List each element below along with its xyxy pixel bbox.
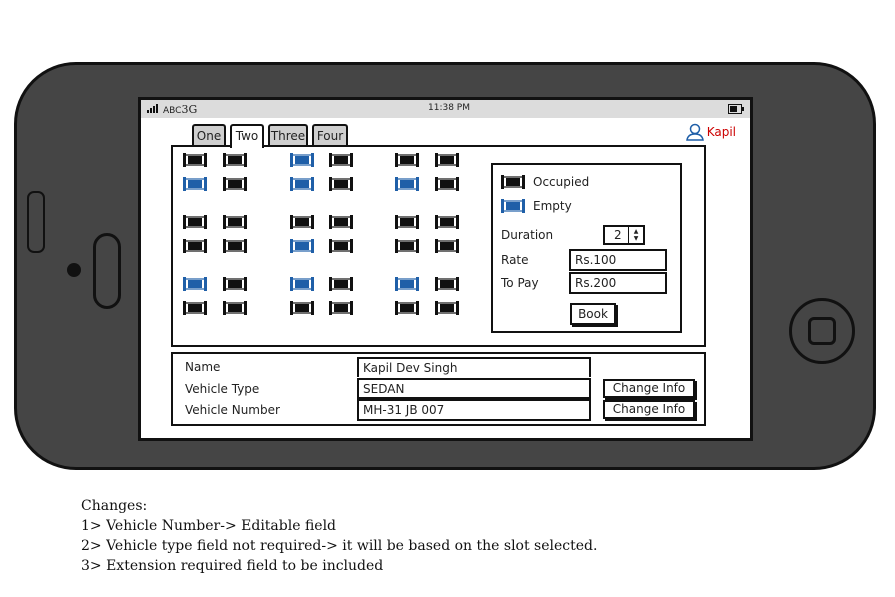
occupied-slot-icon[interactable] [395,153,419,167]
tab-four[interactable]: Four [312,124,348,145]
occupied-slot-icon[interactable] [223,301,247,315]
book-button[interactable]: Book [570,303,616,325]
occupied-slot-icon[interactable] [223,177,247,191]
occupied-slot-icon[interactable] [329,215,353,229]
occupied-slot-icon[interactable] [290,215,314,229]
to-pay-field: Rs.200 [569,272,667,294]
camera-dot [67,263,81,277]
occupied-slot-icon[interactable] [435,301,459,315]
occupied-slot-icon[interactable] [223,215,247,229]
change-number-button[interactable]: Change Info [603,400,695,419]
vehicle-info-panel: Name Kapil Dev Singh Vehicle Type SEDAN … [171,352,706,426]
empty-slot-icon[interactable] [395,277,419,291]
rate-field: Rs.100 [569,249,667,271]
occupied-slot-icon[interactable] [223,239,247,253]
note-item: 1> Vehicle Number-> Editable field [81,518,337,534]
occupied-slot-icon[interactable] [329,239,353,253]
empty-slot-icon[interactable] [290,277,314,291]
occupied-slot-icon[interactable] [329,277,353,291]
change-type-button[interactable]: Change Info [603,379,695,398]
signal-icon [147,104,158,113]
user-icon [685,123,704,141]
note-item: 3> Extension required field to be includ… [81,558,384,574]
empty-slot-icon[interactable] [183,277,207,291]
tab-one[interactable]: One [192,124,226,145]
occupied-slot-icon[interactable] [395,215,419,229]
rate-label: Rate [501,253,529,267]
occupied-slot-icon[interactable] [183,153,207,167]
battery-icon [728,104,744,114]
vehicle-type-field: SEDAN [357,378,591,399]
empty-slot-icon[interactable] [290,177,314,191]
notes-heading: Changes: [81,498,148,514]
decrement-icon[interactable]: ▼ [634,235,639,242]
vehicle-type-label: Vehicle Type [185,382,260,396]
to-pay-label: To Pay [501,276,539,290]
occupied-slot-icon[interactable] [183,239,207,253]
occupied-slot-icon [501,175,525,189]
occupied-slot-icon[interactable] [395,239,419,253]
status-bar: ABC3G 11:38 PM [141,100,750,118]
occupied-slot-icon[interactable] [435,153,459,167]
occupied-slot-icon[interactable] [183,301,207,315]
occupied-slot-icon[interactable] [395,301,419,315]
vehicle-number-field[interactable]: MH-31 JB 007 [357,399,591,421]
empty-slot-icon[interactable] [290,153,314,167]
occupied-slot-icon[interactable] [435,177,459,191]
carrier-label: ABC3G [163,103,198,116]
phone-screen: ABC3G 11:38 PM One Two Three Four Kapil … [138,97,753,441]
name-label: Name [185,360,221,374]
status-time: 11:38 PM [428,103,470,113]
tab-three[interactable]: Three [268,124,308,145]
earpiece [93,233,121,309]
name-field: Kapil Dev Singh [357,357,591,377]
duration-value: 2 [614,228,622,242]
occupied-slot-icon[interactable] [290,301,314,315]
occupied-slot-icon[interactable] [329,301,353,315]
occupied-slot-icon[interactable] [223,277,247,291]
change-notes: Changes: 1> Vehicle Number-> Editable fi… [81,496,597,576]
legend-empty: Empty [501,199,572,213]
user-menu[interactable]: Kapil [685,123,736,141]
increment-icon[interactable]: ▲ [634,228,639,235]
occupied-slot-icon[interactable] [329,153,353,167]
tab-two[interactable]: Two [230,124,264,148]
empty-slot-icon [501,199,525,213]
occupied-slot-icon[interactable] [329,177,353,191]
booking-panel: Occupied Empty Duration 2 ▲ ▼ Rate Rs.100… [491,163,682,333]
occupied-slot-icon[interactable] [435,277,459,291]
legend-occupied: Occupied [501,175,589,189]
note-item: 2> Vehicle type field not required-> it … [81,538,598,554]
empty-slot-icon[interactable] [290,239,314,253]
volume-button [27,191,45,253]
occupied-slot-icon[interactable] [435,215,459,229]
duration-stepper[interactable]: 2 ▲ ▼ [603,225,645,245]
parking-lot-panel: Occupied Empty Duration 2 ▲ ▼ Rate Rs.100… [171,145,706,347]
home-button[interactable] [789,298,855,364]
empty-slot-icon[interactable] [395,177,419,191]
occupied-slot-icon[interactable] [435,239,459,253]
occupied-slot-icon[interactable] [183,215,207,229]
user-name: Kapil [706,125,736,139]
vehicle-number-label: Vehicle Number [185,403,280,417]
occupied-slot-icon[interactable] [223,153,247,167]
duration-label: Duration [501,228,554,242]
empty-slot-icon[interactable] [183,177,207,191]
